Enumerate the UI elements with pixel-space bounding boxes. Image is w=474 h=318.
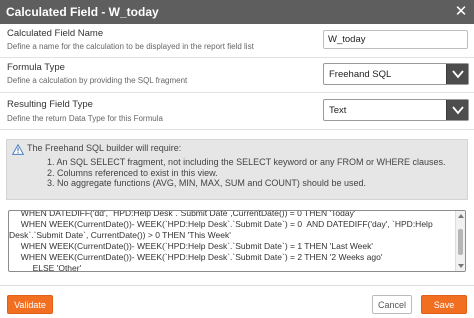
formula-type-dropdown-button[interactable] [446, 64, 468, 84]
dialog-title: Calculated Field - W_today [6, 5, 159, 19]
save-button[interactable]: Save [421, 295, 467, 314]
code-line: ELSE 'Other' [9, 263, 82, 272]
code-line: Desk`.`Submit Date`, CurrentDate()) > 0 … [9, 230, 231, 240]
chevron-down-icon [452, 106, 464, 115]
validate-button[interactable]: Validate [7, 295, 53, 314]
scrollbar-thumb[interactable] [458, 229, 463, 255]
info-item: 3. No aggregate functions (AVG, MIN, MAX… [47, 178, 366, 188]
result-type-select[interactable]: Text [323, 99, 469, 121]
warning-icon [12, 144, 24, 155]
code-line: WHEN WEEK(CurrentDate())- WEEK(`HPD:Help… [9, 219, 433, 229]
formula-type-value: Freehand SQL [329, 69, 392, 80]
result-type-dropdown-button[interactable] [446, 100, 468, 120]
info-list: 1. An SQL SELECT fragment, not including… [47, 157, 446, 189]
calculated-field-name-input[interactable] [323, 30, 468, 49]
chevron-down-icon [452, 70, 464, 79]
result-type-value: Text [329, 105, 347, 116]
formula-type-description: Define a calculation by providing the SQ… [7, 76, 188, 85]
divider [0, 129, 474, 130]
divider [0, 57, 474, 58]
sql-code-text[interactable]: WHEN DATEDIFF('dd', `HPD:Help Desk`.`Sub… [9, 210, 453, 272]
scroll-down-arrow-icon[interactable] [457, 263, 465, 269]
name-description: Define a name for the calculation to be … [7, 42, 254, 51]
formula-type-select[interactable]: Freehand SQL [323, 63, 469, 85]
code-line: WHEN WEEK(CurrentDate())- WEEK(`HPD:Help… [9, 252, 383, 262]
vertical-scrollbar[interactable] [455, 211, 465, 271]
cancel-button[interactable]: Cancel [372, 295, 412, 314]
freehand-sql-info-box: The Freehand SQL builder will require: 1… [6, 139, 468, 200]
footer-divider [0, 285, 474, 286]
code-line: WHEN WEEK(CurrentDate())- WEEK(`HPD:Help… [9, 241, 374, 251]
formula-type-label: Formula Type [7, 62, 65, 73]
info-item: 1. An SQL SELECT fragment, not including… [47, 157, 446, 167]
info-heading: The Freehand SQL builder will require: [27, 143, 182, 153]
code-line: WHEN DATEDIFF('dd', `HPD:Help Desk`.`Sub… [9, 210, 356, 218]
sql-code-editor[interactable]: WHEN DATEDIFF('dd', `HPD:Help Desk`.`Sub… [8, 210, 466, 272]
dialog-titlebar: Calculated Field - W_today ✕ [0, 0, 474, 24]
divider [0, 92, 474, 93]
result-type-description: Define the return Data Type for this For… [7, 114, 163, 123]
info-item: 2. Columns referenced to exist in this v… [47, 167, 218, 178]
result-type-label: Resulting Field Type [7, 99, 93, 110]
scroll-up-arrow-icon[interactable] [457, 213, 465, 219]
close-icon[interactable]: ✕ [453, 4, 469, 20]
name-label: Calculated Field Name [7, 28, 104, 39]
